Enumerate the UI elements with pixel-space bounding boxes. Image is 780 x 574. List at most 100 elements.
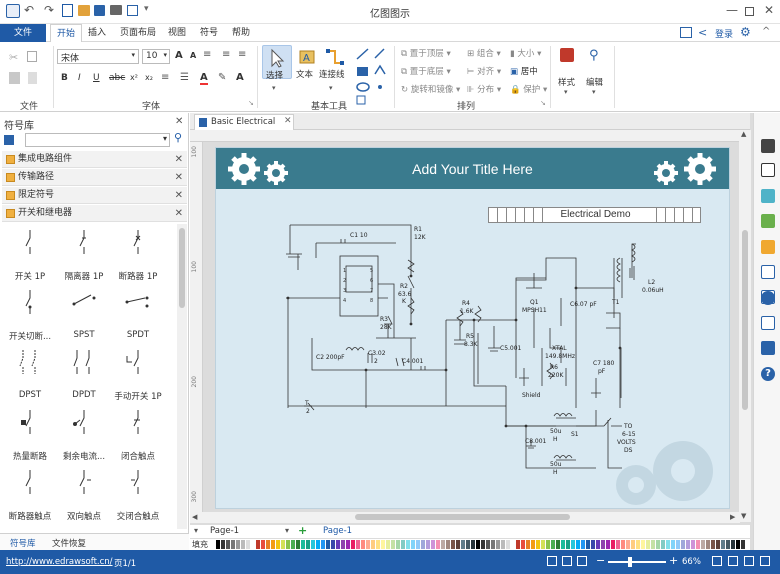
symbol-breaker-1p[interactable]: 断路器 1P — [108, 224, 168, 284]
cut-icon[interactable]: ✂ — [9, 51, 18, 64]
align-icon[interactable]: ≡ — [161, 72, 169, 83]
page-icon[interactable] — [761, 265, 775, 279]
color-swatch[interactable] — [411, 540, 416, 549]
tab-page-layout[interactable]: 页面布局 — [114, 24, 162, 42]
scroll-left-icon[interactable]: ◀ — [192, 513, 197, 521]
close-icon[interactable]: ✕ — [175, 151, 183, 168]
shrink-font-icon[interactable]: A — [190, 51, 196, 60]
color-swatch[interactable] — [496, 540, 501, 549]
tab-help[interactable]: 帮助 — [226, 24, 256, 42]
color-swatch[interactable] — [276, 540, 281, 549]
symbol-dpst[interactable]: DPST — [0, 344, 60, 404]
page-view-icon[interactable] — [562, 556, 572, 566]
color-swatch[interactable] — [391, 540, 396, 549]
shape-tools[interactable] — [355, 46, 371, 106]
color-swatch[interactable] — [551, 540, 556, 549]
color-swatch[interactable] — [376, 540, 381, 549]
search-icon[interactable]: ⚲ — [174, 131, 182, 144]
color-swatch[interactable] — [501, 540, 506, 549]
scrollbar-thumb[interactable] — [179, 228, 185, 308]
color-swatch[interactable] — [466, 540, 471, 549]
symbol-closed-contact[interactable]: 闭合触点 — [108, 404, 168, 464]
library-menu-icon[interactable] — [4, 135, 14, 145]
fill-icon[interactable] — [761, 189, 775, 203]
align-button[interactable]: ⊨ 对齐 ▾ — [467, 65, 501, 77]
color-swatch[interactable] — [591, 540, 596, 549]
category-ic-components[interactable]: 集成电路组件 ✕ — [2, 151, 187, 168]
color-swatch[interactable] — [706, 540, 711, 549]
color-swatch[interactable] — [361, 540, 366, 549]
color-swatch[interactable] — [476, 540, 481, 549]
page-list-icon[interactable]: ▾ — [194, 526, 198, 535]
color-swatch[interactable] — [271, 540, 276, 549]
color-swatch[interactable] — [396, 540, 401, 549]
color-swatch[interactable] — [646, 540, 651, 549]
category-transmission[interactable]: 传输路径 ✕ — [2, 169, 187, 186]
color-swatch[interactable] — [671, 540, 676, 549]
color-swatch[interactable] — [696, 540, 701, 549]
chevron-down-icon[interactable]: ▾ — [564, 88, 568, 96]
symbol-isolator-1p[interactable]: 隔离器 1P — [54, 224, 114, 284]
color-swatch[interactable] — [381, 540, 386, 549]
color-swatch[interactable] — [541, 540, 546, 549]
color-swatch[interactable] — [286, 540, 291, 549]
text-color-icon[interactable]: A — [200, 72, 208, 85]
color-swatch[interactable] — [226, 540, 231, 549]
color-swatch[interactable] — [311, 540, 316, 549]
color-swatch[interactable] — [326, 540, 331, 549]
protect-button[interactable]: 🔒 保护 ▾ — [510, 83, 547, 95]
color-swatch[interactable] — [461, 540, 466, 549]
color-swatch[interactable] — [336, 540, 341, 549]
color-swatch[interactable] — [451, 540, 456, 549]
canvas-horizontal-scrollbar[interactable]: ◀ ▶ — [190, 512, 740, 523]
font-size-select[interactable]: 10 ▾ — [142, 49, 170, 64]
color-swatch[interactable] — [301, 540, 306, 549]
color-swatch[interactable] — [516, 540, 521, 549]
chevron-down-icon[interactable]: ▾ — [272, 84, 276, 92]
symbol-two-way-contact[interactable]: 双向触点 — [54, 464, 114, 524]
italic-icon[interactable]: I — [78, 73, 81, 83]
subscript-icon[interactable]: x₂ — [145, 73, 153, 82]
symbol-spst[interactable]: SPST — [54, 284, 114, 344]
select-tool-button[interactable]: 选择 — [262, 45, 292, 81]
line-style-icon[interactable] — [761, 163, 775, 177]
color-swatch[interactable] — [321, 540, 326, 549]
comment-icon[interactable] — [761, 341, 775, 355]
fit-width-icon[interactable] — [712, 556, 722, 566]
color-swatch[interactable] — [356, 540, 361, 549]
center-button[interactable]: ▣ 居中 — [510, 65, 538, 77]
color-swatch[interactable] — [221, 540, 226, 549]
color-swatch[interactable] — [736, 540, 741, 549]
color-swatch[interactable] — [546, 540, 551, 549]
close-icon[interactable]: ✕ — [764, 3, 774, 17]
color-swatch[interactable] — [721, 540, 726, 549]
color-palette[interactable] — [216, 540, 746, 549]
full-screen-icon[interactable] — [577, 556, 587, 566]
website-link[interactable]: http://www.edrawsoft.cn/ — [6, 557, 113, 567]
canvas-vertical-scrollbar[interactable]: ▲ ▼ — [739, 130, 751, 522]
color-swatch[interactable] — [406, 540, 411, 549]
color-swatch[interactable] — [261, 540, 266, 549]
color-swatch[interactable] — [306, 540, 311, 549]
close-icon[interactable]: ✕ — [175, 205, 183, 222]
color-swatch[interactable] — [246, 540, 251, 549]
color-swatch[interactable] — [441, 540, 446, 549]
doc-tab-basic-electrical[interactable]: Basic Electrical ✕ — [194, 114, 294, 130]
color-swatch[interactable] — [631, 540, 636, 549]
color-swatch[interactable] — [316, 540, 321, 549]
login-link[interactable]: 登录 — [715, 27, 733, 40]
symbol-manual-switch-1p[interactable]: 手动开关 1P — [108, 344, 168, 404]
zoom-in-icon[interactable]: + — [669, 554, 678, 567]
scrollbar-thumb[interactable] — [355, 514, 570, 520]
send-to-back-button[interactable]: ⧉ 置于底层 ▾ — [401, 65, 451, 77]
scroll-down-icon[interactable]: ▼ — [741, 512, 746, 520]
color-swatch[interactable] — [491, 540, 496, 549]
color-swatch[interactable] — [701, 540, 706, 549]
chevron-down-icon[interactable]: ▾ — [592, 88, 596, 96]
list-icon[interactable]: ≡ — [222, 49, 230, 60]
color-swatch[interactable] — [526, 540, 531, 549]
color-swatch[interactable] — [331, 540, 336, 549]
clear-format-icon[interactable]: A — [236, 72, 244, 83]
color-swatch[interactable] — [386, 540, 391, 549]
color-swatch[interactable] — [626, 540, 631, 549]
